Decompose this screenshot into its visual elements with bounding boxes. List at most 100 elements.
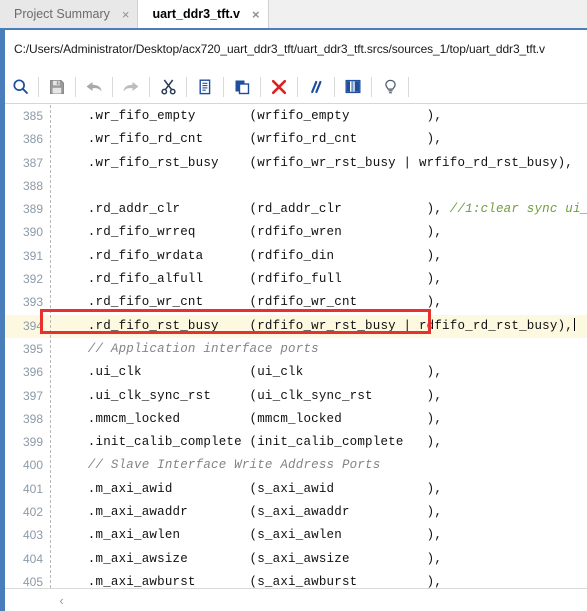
- redo-icon[interactable]: [116, 72, 146, 102]
- line-number: 401: [22, 481, 43, 496]
- line-number: 391: [22, 248, 43, 263]
- toolbar-separator: [297, 76, 298, 97]
- code-line[interactable]: 387 .wr_fifo_rst_busy (wrfifo_wr_rst_bus…: [5, 152, 587, 175]
- code-line[interactable]: 401 .m_axi_awid (s_axi_awid ),: [5, 478, 587, 501]
- code-comment: // Application interface ports: [57, 341, 319, 356]
- editor-tab-strip: Project Summary × uart_ddr3_tft.v ×: [0, 0, 587, 30]
- close-icon[interactable]: ×: [252, 8, 260, 21]
- code-editor[interactable]: 385 .wr_fifo_empty (wrfifo_empty ), 386 .…: [5, 105, 587, 588]
- line-number: 390: [22, 225, 43, 240]
- line-number: 385: [22, 109, 43, 123]
- code-line[interactable]: 386 .wr_fifo_rd_cnt (wrfifo_rd_cnt ),: [5, 128, 587, 151]
- code-line-text: .m_axi_awsize (s_axi_awsize ),: [57, 551, 443, 566]
- code-line[interactable]: 394 .rd_fifo_rst_busy (rdfifo_wr_rst_bus…: [5, 314, 587, 338]
- code-line[interactable]: 396 .ui_clk (ui_clk ),: [5, 361, 587, 384]
- code-line-text: .wr_fifo_empty (wrfifo_empty ),: [57, 109, 443, 123]
- toolbar-separator: [260, 76, 261, 97]
- code-line-text: .rd_fifo_wrreq (rdfifo_wren ),: [57, 225, 443, 240]
- code-line[interactable]: 405 .m_axi_awburst (s_axi_awburst ),: [5, 571, 587, 588]
- code-line-text: .rd_fifo_wr_cnt (rdfifo_wr_cnt ),: [57, 295, 443, 310]
- tab-uart-ddr3-tft-v[interactable]: uart_ddr3_tft.v ×: [138, 0, 269, 28]
- code-line-text: .rd_addr_clr (rd_addr_clr ), //1:clear s…: [57, 198, 587, 221]
- line-number: 388: [22, 178, 43, 193]
- line-number: 387: [22, 155, 43, 170]
- code-line[interactable]: 389 .rd_addr_clr (rd_addr_clr ), //1:cle…: [5, 198, 587, 221]
- code-line[interactable]: 400 // Slave Interface Write Address Por…: [5, 454, 587, 477]
- tab-strip-filler: [268, 0, 587, 28]
- code-line-text: // Slave Interface Write Address Ports: [57, 454, 380, 477]
- close-icon[interactable]: ×: [122, 8, 130, 21]
- line-number: 393: [22, 295, 43, 310]
- toolbar-separator: [75, 76, 76, 97]
- code-line-text: // Application interface ports: [57, 338, 319, 361]
- code-line-text: .wr_fifo_rst_busy (wrfifo_wr_rst_busy | …: [57, 155, 573, 170]
- editor-toolbar: [5, 70, 587, 104]
- line-number: 397: [22, 388, 43, 403]
- code-line-text: .rd_fifo_wrdata (rdfifo_din ),: [57, 248, 443, 263]
- undo-icon[interactable]: [79, 72, 109, 102]
- code-line-text: .init_calib_complete (init_calib_complet…: [57, 435, 443, 450]
- toolbar-separator: [334, 76, 335, 97]
- code-lines-container: 385 .wr_fifo_empty (wrfifo_empty ), 386 .…: [5, 105, 587, 588]
- line-number: 399: [22, 435, 43, 450]
- tab-project-summary-label: Project Summary: [14, 7, 110, 21]
- code-line-text: .wr_fifo_rd_cnt (wrfifo_rd_cnt ),: [57, 132, 443, 147]
- horizontal-scrollbar-track[interactable]: [70, 589, 587, 611]
- paste-icon[interactable]: [227, 72, 257, 102]
- line-number: 405: [22, 574, 43, 588]
- text-cursor: [573, 317, 575, 331]
- code-line-text: .m_axi_awid (s_axi_awid ),: [57, 481, 443, 496]
- line-number: 389: [22, 202, 43, 217]
- code-line[interactable]: 403 .m_axi_awlen (s_axi_awlen ),: [5, 524, 587, 547]
- toolbar-separator: [408, 76, 409, 97]
- code-line[interactable]: 390 .rd_fifo_wrreq (rdfifo_wren ),: [5, 221, 587, 244]
- code-comment: //1:clear sync ui_clk: [449, 202, 587, 217]
- code-line[interactable]: 393 .rd_fifo_wr_cnt (rdfifo_wr_cnt ),: [5, 291, 587, 314]
- delete-icon[interactable]: [264, 72, 294, 102]
- line-number: 386: [22, 132, 43, 147]
- code-line[interactable]: 397 .ui_clk_sync_rst (ui_clk_sync_rst ),: [5, 385, 587, 408]
- toolbar-separator: [38, 76, 39, 97]
- code-line[interactable]: 388: [5, 175, 587, 198]
- line-number: 396: [22, 365, 43, 380]
- horizontal-scrollbar[interactable]: ‹: [5, 588, 587, 611]
- code-line[interactable]: 404 .m_axi_awsize (s_axi_awsize ),: [5, 548, 587, 571]
- code-line-text: .m_axi_awaddr (s_axi_awaddr ),: [57, 505, 443, 520]
- tab-project-summary[interactable]: Project Summary ×: [0, 0, 139, 28]
- line-number: 400: [22, 458, 43, 473]
- line-number: 404: [22, 551, 43, 566]
- code-line[interactable]: 392 .rd_fifo_alfull (rdfifo_full ),: [5, 268, 587, 291]
- code-line-text: .mmcm_locked (mmcm_locked ),: [57, 411, 443, 426]
- code-line-text: .ui_clk (ui_clk ),: [57, 365, 443, 380]
- tab-uart-ddr3-tft-v-label: uart_ddr3_tft.v: [152, 7, 240, 21]
- file-path-bar: C:/Users/Administrator/Desktop/acx720_ua…: [5, 32, 587, 65]
- line-number: 395: [22, 341, 43, 356]
- code-comment: // Slave Interface Write Address Ports: [57, 458, 381, 473]
- bulb-icon[interactable]: [375, 72, 405, 102]
- code-line[interactable]: 391 .rd_fifo_wrdata (rdfifo_din ),: [5, 245, 587, 268]
- save-icon[interactable]: [42, 72, 72, 102]
- code-line[interactable]: 395 // Application interface ports: [5, 338, 587, 361]
- search-icon[interactable]: [5, 72, 35, 102]
- copy-icon[interactable]: [190, 72, 220, 102]
- toolbar-separator: [149, 76, 150, 97]
- line-number: 402: [22, 505, 43, 520]
- scroll-left-arrow-icon[interactable]: ‹: [53, 592, 70, 609]
- toolbar-separator: [371, 76, 372, 97]
- code-line[interactable]: 398 .mmcm_locked (mmcm_locked ),: [5, 408, 587, 431]
- line-number: 398: [22, 411, 43, 426]
- cut-icon[interactable]: [153, 72, 183, 102]
- code-line-text: .rd_fifo_rst_busy (rdfifo_wr_rst_busy | …: [57, 317, 575, 333]
- line-number: 403: [22, 528, 43, 543]
- toolbar-separator: [186, 76, 187, 97]
- code-line[interactable]: 402 .m_axi_awaddr (s_axi_awaddr ),: [5, 501, 587, 524]
- code-line-text: .ui_clk_sync_rst (ui_clk_sync_rst ),: [57, 388, 443, 403]
- toolbar-separator: [112, 76, 113, 97]
- comment-icon[interactable]: [301, 72, 331, 102]
- file-path-text: C:/Users/Administrator/Desktop/acx720_ua…: [14, 41, 545, 56]
- code-line[interactable]: 399 .init_calib_complete (init_calib_com…: [5, 431, 587, 454]
- code-line[interactable]: 385 .wr_fifo_empty (wrfifo_empty ),: [5, 105, 587, 128]
- gutter-divider: [50, 105, 51, 588]
- code-line-text: .m_axi_awlen (s_axi_awlen ),: [57, 528, 443, 543]
- find-replace-icon[interactable]: [338, 72, 368, 102]
